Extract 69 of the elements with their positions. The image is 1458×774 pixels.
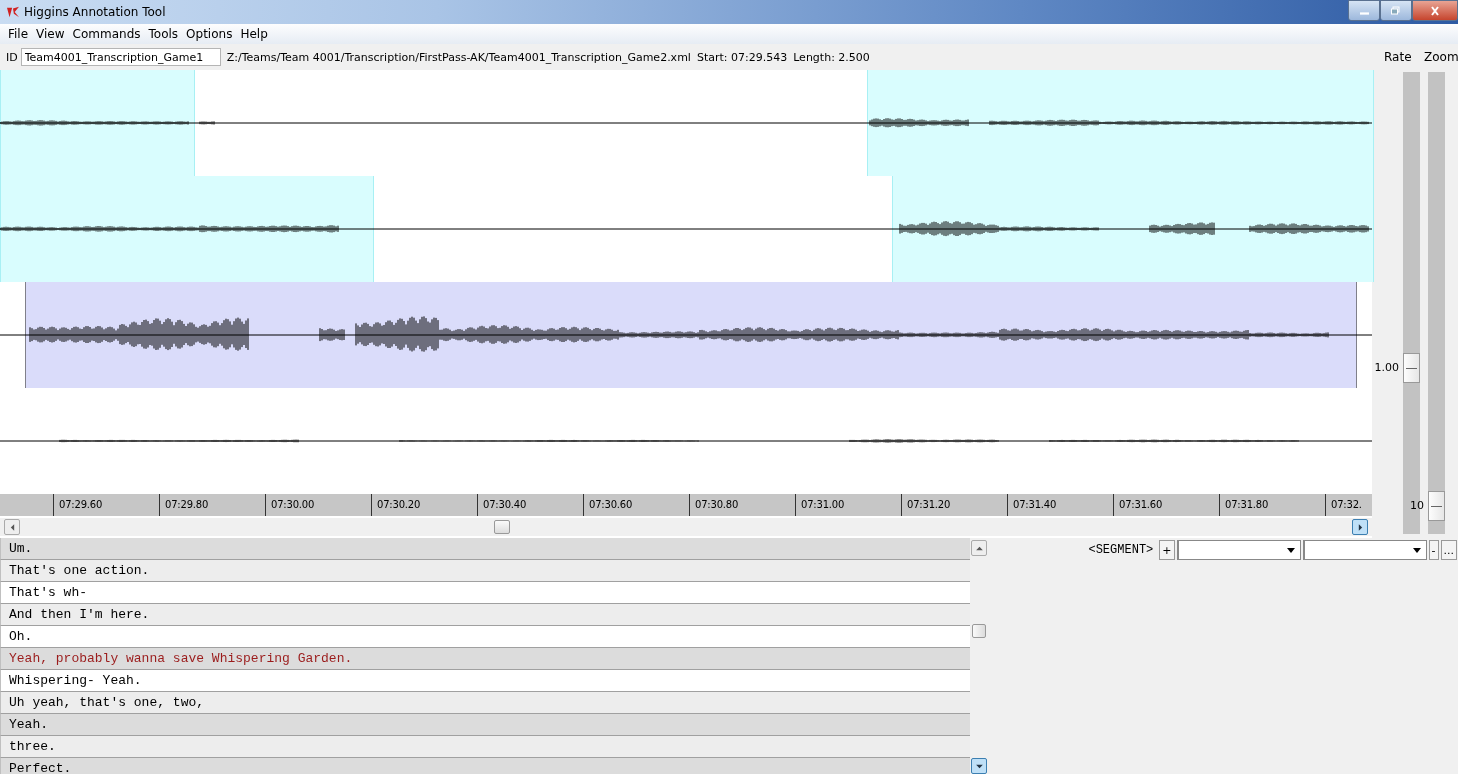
menu-item[interactable]: Help (236, 27, 272, 41)
minimize-icon (1359, 12, 1369, 15)
restore-icon (1390, 5, 1402, 16)
transcript-row[interactable]: Um. (0, 538, 970, 560)
menu-item[interactable]: Options (182, 27, 237, 41)
time-label: 07:29.60 (53, 494, 159, 516)
up-arrow-icon (975, 545, 983, 551)
time-label: 07:30.20 (371, 494, 477, 516)
time-label: 07:31.40 (1007, 494, 1113, 516)
menu-item[interactable]: View (32, 27, 69, 41)
scroll-left-button[interactable] (4, 519, 20, 535)
segment-region[interactable] (25, 282, 1357, 388)
dropdown-field[interactable] (1176, 540, 1301, 560)
menu-item[interactable]: Tools (144, 27, 183, 41)
scroll-down-button[interactable] (971, 758, 987, 774)
right-arrow-icon (1357, 523, 1363, 531)
more-button[interactable]: ... (1440, 540, 1457, 560)
remove-button[interactable]: - (1428, 540, 1439, 560)
time-label: 07:30.80 (689, 494, 795, 516)
slider-thumb[interactable] (1428, 491, 1445, 522)
close-button[interactable] (1412, 0, 1458, 21)
time-label: 07:31.80 (1219, 494, 1325, 516)
transcript-row[interactable]: Uh yeah, that's one, two, (0, 692, 970, 714)
transcript-row[interactable]: Perfect. (0, 758, 970, 774)
transcript-row[interactable]: three. (0, 736, 970, 758)
close-icon (1429, 5, 1441, 16)
slider-thumb[interactable] (1403, 352, 1420, 383)
transcript-row[interactable]: Yeah. (0, 714, 970, 736)
transcript-row[interactable]: Whispering- Yeah. (0, 670, 970, 692)
slider-label: Zoom (1424, 50, 1458, 64)
add-button[interactable]: + (1159, 540, 1175, 560)
time-label: 07:29.80 (159, 494, 265, 516)
maximize-button[interactable] (1380, 0, 1412, 21)
transcript-row[interactable]: That's wh- (0, 582, 970, 604)
caret-icon (1286, 547, 1295, 553)
down-arrow-icon (975, 763, 983, 769)
slider-value: 1.00 (1374, 360, 1399, 375)
transcript-row[interactable]: That's one action. (0, 560, 970, 582)
transcript-row[interactable]: Oh. (0, 626, 970, 648)
start-time: Start: 07:29.543 (696, 50, 788, 64)
time-label: 07:31.60 (1113, 494, 1219, 516)
time-label: 07:31.00 (795, 494, 901, 516)
feather-icon (6, 6, 20, 18)
slider-value: 10 (1410, 499, 1424, 514)
horizontal-scrollbar[interactable] (0, 518, 1372, 536)
left-arrow-icon (9, 523, 15, 531)
slider-label: Rate (1384, 50, 1413, 64)
time-label: 07:30.60 (583, 494, 689, 516)
window-title: Higgins Annotation Tool (24, 5, 166, 19)
scroll-thumb[interactable] (972, 624, 986, 638)
length-value: Length: 2.500 (793, 50, 870, 64)
id-label: ID (6, 50, 18, 64)
menu-item[interactable]: File (4, 27, 33, 41)
caret-icon (1412, 547, 1421, 553)
file-path: Z:/Teams/Team 4001/Transcription/FirstPass-AK/Team4001_Transcription_Game2.xml (226, 50, 691, 64)
transcript-row[interactable]: And then I'm here. (0, 604, 970, 626)
time-label: 07:31.20 (901, 494, 1007, 516)
dropdown-field[interactable] (1302, 540, 1427, 560)
scroll-up-button[interactable] (971, 540, 987, 556)
transcript-row[interactable]: Yeah, probably wanna save Whispering Garden. (0, 648, 970, 670)
minimize-button[interactable] (1348, 0, 1380, 21)
scroll-thumb[interactable] (494, 520, 510, 534)
menu-item[interactable]: Commands (68, 27, 145, 41)
id-field[interactable]: Team4001_Transcription_Game1 (20, 48, 221, 66)
vertical-scrollbar[interactable] (970, 538, 988, 774)
time-label: 07:30.00 (265, 494, 371, 516)
scroll-right-button[interactable] (1352, 519, 1368, 535)
time-label: 07:30.40 (477, 494, 583, 516)
segment-label: <SEGMENT> (1088, 542, 1154, 559)
